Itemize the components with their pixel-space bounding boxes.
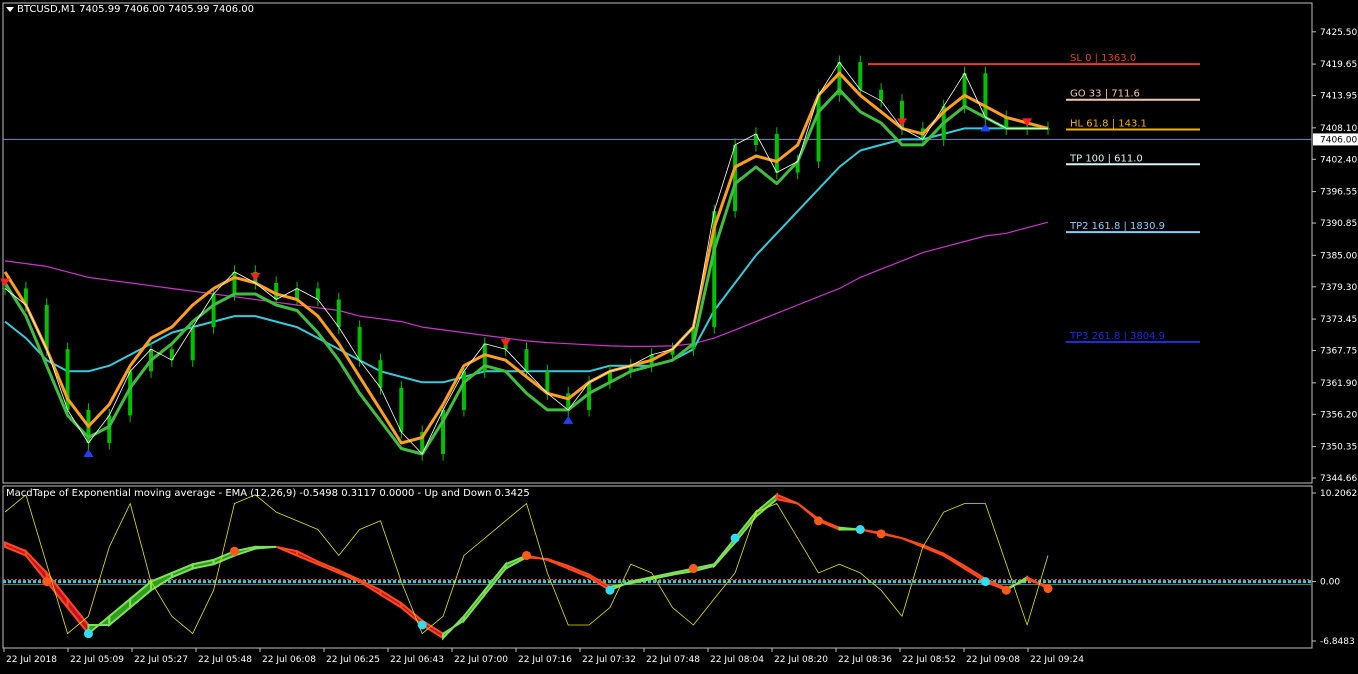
- y-tick-label: 7350.35: [1320, 443, 1357, 453]
- y-tick-label: -6.8483: [1320, 637, 1355, 647]
- x-tick-label: 22 Jul 09:08: [966, 655, 1020, 665]
- candle-body: [545, 371, 550, 394]
- orange-dot: [42, 577, 52, 587]
- cyan-dot: [417, 620, 427, 630]
- level-label: GO 33 | 711.6: [1070, 89, 1140, 100]
- y-tick-label: 7402.40: [1320, 155, 1357, 165]
- candle-body: [232, 271, 237, 294]
- candle-body: [774, 133, 779, 173]
- x-tick-label: 22 Jul 06:43: [390, 655, 444, 665]
- y-tick-label: 7425.50: [1320, 28, 1357, 38]
- x-tick-label: 22 Jul 08:04: [710, 655, 764, 665]
- y-tick-label: 7361.90: [1320, 379, 1357, 389]
- candle-body: [211, 293, 216, 328]
- y-tick-label: 7408.10: [1320, 124, 1357, 134]
- y-tick-label: 7367.75: [1320, 347, 1357, 357]
- candle-body: [44, 305, 49, 350]
- level-label: TP3 261.8 | 3804.9: [1069, 331, 1165, 342]
- x-tick-label: 22 Jul 2018: [6, 655, 57, 665]
- candle-body: [378, 360, 383, 388]
- candle-body: [983, 73, 988, 118]
- orange-dot: [1001, 585, 1011, 595]
- y-tick-label: 0.00: [1320, 578, 1340, 588]
- orange-dot: [229, 546, 239, 556]
- x-tick-label: 22 Jul 05:09: [70, 655, 124, 665]
- orange-dot: [522, 551, 531, 561]
- indicator-header: MacdTape of Exponential moving average -…: [6, 488, 530, 499]
- cyan-dot: [855, 525, 865, 535]
- x-tick-label: 22 Jul 05:27: [134, 655, 188, 665]
- candle-body: [962, 73, 967, 107]
- y-tick-label: 7396.55: [1320, 188, 1357, 198]
- cyan-dot: [980, 577, 990, 587]
- x-tick-label: 22 Jul 08:52: [902, 655, 956, 665]
- chart-window: SL 0 | 1363.0 GO 33 | 711.6 HL 61.8 | 143.…: [0, 0, 1358, 670]
- cyan-dot: [730, 533, 740, 543]
- candle-body: [461, 371, 466, 410]
- candle-body: [879, 89, 884, 101]
- candle-body: [858, 62, 863, 90]
- level-label: SL 0 | 1363.0: [1070, 53, 1136, 64]
- y-tick-label: 7356.20: [1320, 410, 1357, 420]
- x-tick-label: 22 Jul 08:20: [774, 655, 828, 665]
- candle-body: [107, 415, 112, 444]
- candle-body: [357, 327, 362, 361]
- y-tick-label: 7419.65: [1320, 60, 1357, 70]
- y-tick-label: 10.2062: [1320, 489, 1357, 499]
- x-tick-label: 22 Jul 06:25: [326, 655, 380, 665]
- candle-body: [816, 95, 821, 162]
- x-tick-label: 22 Jul 07:16: [518, 655, 572, 665]
- x-tick-label: 22 Jul 07:48: [646, 655, 700, 665]
- current-price-label: 7406.00: [1320, 135, 1357, 145]
- symbol-line: BTCUSD,M1 7405.99 7406.00 7405.99 7406.0…: [17, 4, 255, 15]
- cyan-dot: [83, 629, 93, 639]
- candle-body: [399, 387, 404, 432]
- orange-dot: [876, 529, 886, 539]
- candle-body: [190, 327, 195, 361]
- level-label: HL 61.8 | 143.1: [1070, 118, 1147, 129]
- candle-body: [753, 133, 758, 145]
- x-tick-label: 22 Jul 06:08: [262, 655, 316, 665]
- level-label: TP 100 | 611.0: [1069, 153, 1143, 164]
- candle-body: [524, 349, 529, 372]
- y-tick-label: 7413.95: [1320, 92, 1357, 102]
- y-tick-label: 7379.30: [1320, 283, 1357, 293]
- x-tick-label: 22 Jul 07:32: [582, 655, 636, 665]
- candle-body: [733, 144, 738, 212]
- y-tick-label: 7385.00: [1320, 251, 1357, 261]
- cyan-dot: [605, 585, 615, 595]
- candle-body: [336, 299, 341, 328]
- x-tick-label: 22 Jul 07:00: [454, 655, 508, 665]
- level-label: TP2 161.8 | 1830.9: [1069, 221, 1165, 232]
- y-tick-label: 7344.66: [1320, 474, 1357, 484]
- x-tick-label: 22 Jul 09:24: [1030, 655, 1084, 665]
- candle-body: [274, 282, 279, 300]
- y-tick-label: 7390.85: [1320, 219, 1357, 229]
- indicator-line: MacdTape of Exponential moving average -…: [6, 488, 530, 499]
- y-tick-label: 7373.45: [1320, 315, 1357, 325]
- candle-body: [315, 288, 320, 300]
- x-tick-label: 22 Jul 05:48: [198, 655, 252, 665]
- x-tick-label: 22 Jul 08:36: [838, 655, 892, 665]
- caret-down-icon: [6, 6, 14, 12]
- orange-dot: [814, 516, 824, 526]
- orange-dot: [688, 564, 698, 574]
- chart-canvas[interactable]: SL 0 | 1363.0 GO 33 | 711.6 HL 61.8 | 143.…: [0, 0, 1358, 670]
- symbol-header[interactable]: BTCUSD,M1 7405.99 7406.00 7405.99 7406.0…: [6, 4, 254, 15]
- orange-dot: [1043, 584, 1053, 594]
